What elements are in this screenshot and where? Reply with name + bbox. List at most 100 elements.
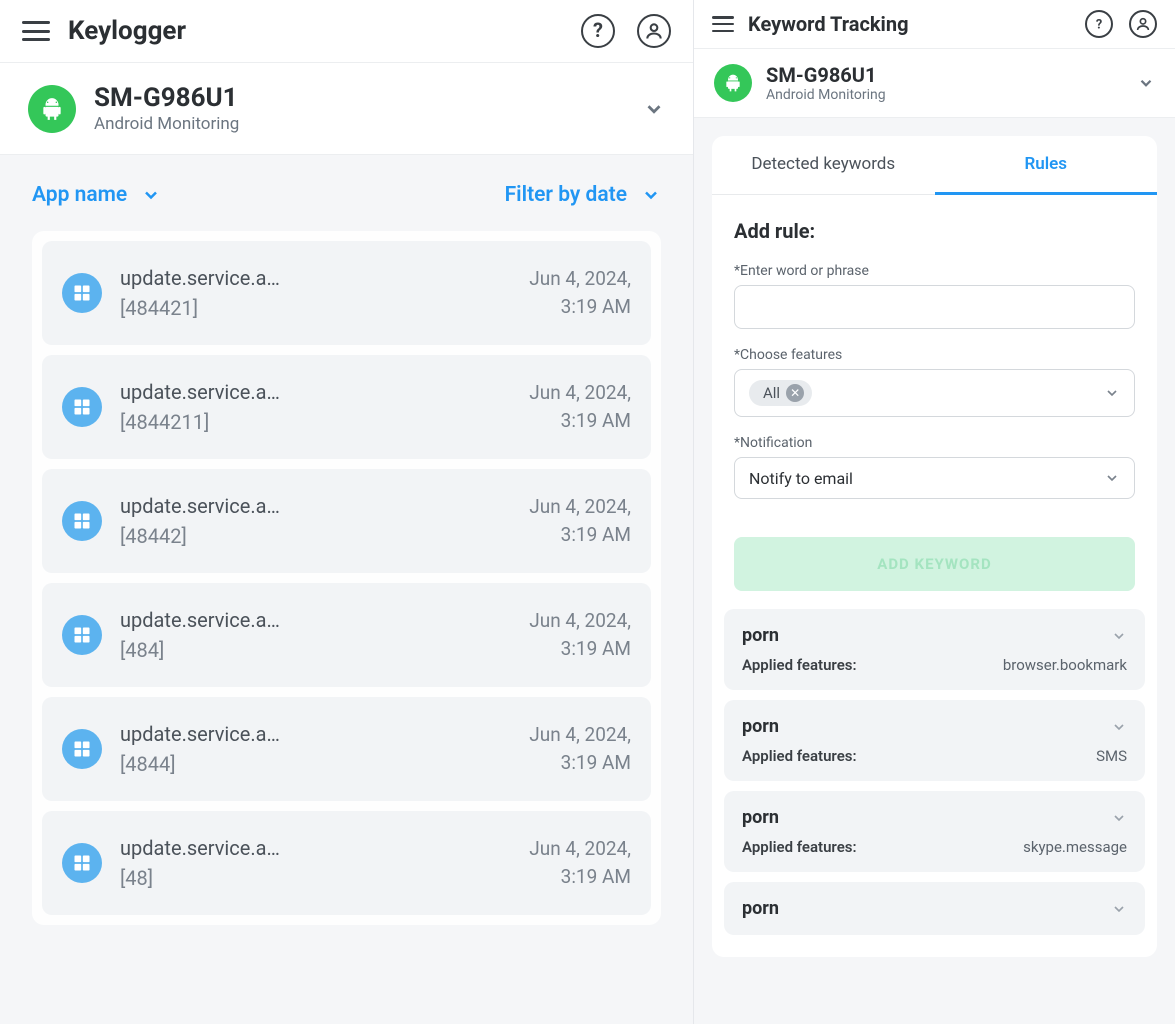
date-filter-label: Filter by date [505, 183, 627, 207]
log-item[interactable]: update.service.a… [484] Jun 4, 2024,3:19… [42, 583, 651, 687]
android-icon [28, 85, 76, 133]
chevron-down-icon [1111, 628, 1127, 644]
rule-head: porn [742, 625, 1127, 646]
rule-head: porn [742, 898, 1127, 919]
log-item[interactable]: update.service.a… [4844211] Jun 4, 2024,… [42, 355, 651, 459]
device-info: SM-G986U1 Android Monitoring [766, 63, 1123, 103]
log-app-name: update.service.a… [120, 833, 511, 863]
rule-row: Applied features: skype.message [742, 838, 1127, 856]
word-input[interactable] [734, 285, 1135, 329]
chip-remove-icon[interactable]: ✕ [786, 384, 804, 402]
log-timestamp: Jun 4, 2024,3:19 AM [529, 265, 631, 322]
log-code: [48442] [120, 521, 511, 551]
log-timestamp: Jun 4, 2024,3:19 AM [529, 379, 631, 436]
notification-value: Notify to email [749, 469, 853, 488]
android-icon [714, 64, 752, 102]
log-code: [484421] [120, 293, 511, 323]
filters-bar: App name Filter by date [0, 155, 693, 231]
keyword-tracking-panel: Keyword Tracking ? SM-G986U1 Android Mon… [694, 0, 1175, 1024]
menu-icon[interactable] [712, 16, 734, 32]
app-icon [62, 273, 102, 313]
rule-row: Applied features: browser.bookmark [742, 656, 1127, 674]
chevron-down-icon [1137, 74, 1155, 92]
rule-keyword: porn [742, 625, 779, 646]
log-code: [4844] [120, 749, 511, 779]
chip-label: All [763, 384, 780, 402]
rules-list: porn Applied features: browser.bookmark … [712, 609, 1157, 957]
content-right: Detected keywords Rules Add rule: *Enter… [694, 118, 1175, 1024]
device-name: SM-G986U1 [766, 63, 1123, 87]
rule-item[interactable]: porn Applied features: skype.message [724, 791, 1145, 872]
profile-icon[interactable] [1129, 10, 1157, 38]
features-select[interactable]: All ✕ [734, 369, 1135, 417]
log-code: [484] [120, 635, 511, 665]
log-app-name: update.service.a… [120, 491, 511, 521]
log-item[interactable]: update.service.a… [484421] Jun 4, 2024,3… [42, 241, 651, 345]
log-item[interactable]: update.service.a… [4844] Jun 4, 2024,3:1… [42, 697, 651, 801]
keylogger-panel: Keylogger ? SM-G986U1 Android Monitoring… [0, 0, 694, 1024]
chevron-down-icon [1111, 810, 1127, 826]
filter-by-date[interactable]: Filter by date [505, 183, 661, 207]
chevron-down-icon [1111, 719, 1127, 735]
notification-select[interactable]: Notify to email [734, 457, 1135, 499]
log-app-name: update.service.a… [120, 605, 511, 635]
topbar-actions: ? [1085, 10, 1157, 38]
log-main: update.service.a… [484421] [120, 263, 511, 323]
help-icon[interactable]: ? [581, 14, 615, 48]
log-app-name: update.service.a… [120, 719, 511, 749]
tabs: Detected keywords Rules [712, 136, 1157, 195]
log-main: update.service.a… [4844211] [120, 377, 511, 437]
rule-features-value: SMS [1096, 747, 1127, 765]
topbar-right: Keyword Tracking ? [694, 0, 1175, 49]
device-info: SM-G986U1 Android Monitoring [94, 83, 625, 134]
log-item[interactable]: update.service.a… [48442] Jun 4, 2024,3:… [42, 469, 651, 573]
menu-icon[interactable] [22, 21, 50, 41]
rule-features-label: Applied features: [742, 747, 857, 765]
rule-features-label: Applied features: [742, 838, 857, 856]
device-selector[interactable]: SM-G986U1 Android Monitoring [694, 49, 1175, 118]
word-label: *Enter word or phrase [734, 263, 1135, 279]
app-icon [62, 501, 102, 541]
svg-text:?: ? [1096, 18, 1102, 33]
rule-features-label: Applied features: [742, 656, 857, 674]
chevron-down-icon [141, 185, 161, 205]
tab-detected[interactable]: Detected keywords [712, 136, 935, 194]
device-selector[interactable]: SM-G986U1 Android Monitoring [0, 63, 693, 155]
form-title: Add rule: [734, 219, 1135, 243]
page-title: Keyword Tracking [748, 12, 1085, 36]
device-subtitle: Android Monitoring [94, 114, 625, 134]
rule-features-value: skype.message [1023, 838, 1127, 856]
chevron-down-icon [641, 185, 661, 205]
app-name-filter[interactable]: App name [32, 183, 161, 207]
log-timestamp: Jun 4, 2024,3:19 AM [529, 493, 631, 550]
log-code: [4844211] [120, 407, 511, 437]
log-main: update.service.a… [48] [120, 833, 511, 893]
log-timestamp: Jun 4, 2024,3:19 AM [529, 721, 631, 778]
add-keyword-button[interactable]: ADD KEYWORD [734, 537, 1135, 591]
add-rule-form: Add rule: *Enter word or phrase *Choose … [712, 195, 1157, 609]
page-title: Keylogger [68, 16, 581, 46]
log-timestamp: Jun 4, 2024,3:19 AM [529, 835, 631, 892]
log-item[interactable]: update.service.a… [48] Jun 4, 2024,3:19 … [42, 811, 651, 915]
log-list-area: update.service.a… [484421] Jun 4, 2024,3… [0, 231, 693, 1024]
topbar-actions: ? [581, 14, 671, 48]
topbar-left: Keylogger ? [0, 0, 693, 63]
app-icon [62, 843, 102, 883]
rule-head: porn [742, 807, 1127, 828]
rule-item[interactable]: porn Applied features: SMS [724, 700, 1145, 781]
chevron-down-icon [1111, 901, 1127, 917]
rule-item[interactable]: porn Applied features: [724, 882, 1145, 935]
rule-keyword: porn [742, 898, 779, 919]
rule-keyword: porn [742, 716, 779, 737]
profile-icon[interactable] [637, 14, 671, 48]
help-icon[interactable]: ? [1085, 10, 1113, 38]
rules-card: Detected keywords Rules Add rule: *Enter… [712, 136, 1157, 957]
rule-item[interactable]: porn Applied features: browser.bookmark [724, 609, 1145, 690]
chip-all: All ✕ [749, 380, 812, 406]
chevron-down-icon [1104, 385, 1120, 401]
app-icon [62, 729, 102, 769]
device-subtitle: Android Monitoring [766, 87, 1123, 103]
tab-rules[interactable]: Rules [935, 136, 1158, 195]
notification-label: *Notification [734, 435, 1135, 451]
log-app-name: update.service.a… [120, 377, 511, 407]
